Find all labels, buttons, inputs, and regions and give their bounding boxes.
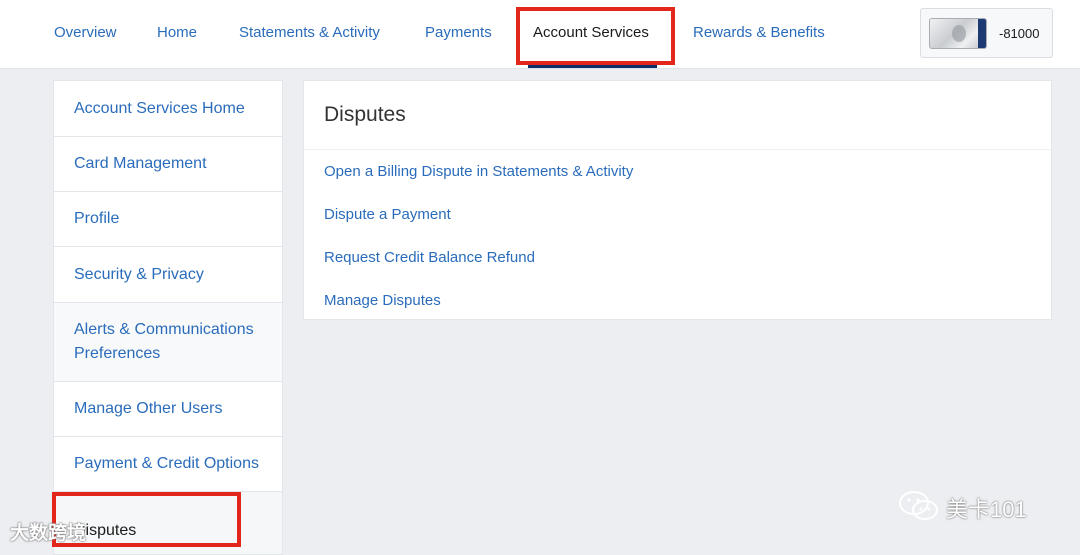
sidebar-item-label: Security & Privacy [74, 265, 204, 283]
sidebar-item-label: Account Services Home [74, 99, 245, 117]
wechat-icon [899, 491, 938, 520]
tab-highlight-box [516, 7, 675, 65]
sidebar-item-label: Manage Other Users [74, 400, 223, 417]
sidebar-item-account-services-home[interactable]: Account Services Home [54, 81, 282, 137]
tab-statements-activity[interactable]: Statements & Activity [239, 24, 380, 41]
sidebar-item-label: Payment & Credit Options [74, 455, 259, 472]
open-billing-dispute-link[interactable]: Open a Billing Dispute in Statements & A… [324, 163, 633, 180]
sidebar-item-label: Card Management [74, 155, 207, 172]
sidebar-item-profile[interactable]: Profile [54, 192, 282, 247]
amex-platinum-card-icon [929, 18, 987, 49]
request-credit-balance-refund-link[interactable]: Request Credit Balance Refund [324, 249, 535, 266]
sidebar-item-manage-other-users[interactable]: Manage Other Users [54, 382, 282, 437]
tab-rewards-benefits[interactable]: Rewards & Benefits [693, 24, 825, 41]
divider [304, 149, 1051, 150]
page-title: Disputes [324, 103, 406, 126]
sidebar-item-label: Alerts & Communications Preferences [74, 321, 254, 362]
card-selector[interactable]: -81000 [920, 8, 1053, 58]
sidebar-item-security-privacy[interactable]: Security & Privacy [54, 247, 282, 303]
watermark-right: 美卡101 [946, 497, 1027, 522]
dispute-payment-link[interactable]: Dispute a Payment [324, 206, 451, 223]
watermark-left: 大数跨境 [10, 523, 87, 544]
sidebar-item-payment-credit-options[interactable]: Payment & Credit Options [54, 437, 282, 492]
disputes-panel: Disputes Open a Billing Dispute in State… [303, 80, 1052, 320]
tab-overview[interactable]: Overview [54, 24, 117, 41]
sidebar-item-alerts-communications[interactable]: Alerts & Communications Preferences [54, 303, 282, 382]
sidebar: Account Services Home Card Management Pr… [53, 80, 283, 555]
tab-home[interactable]: Home [157, 24, 197, 41]
sidebar-item-label: Profile [74, 210, 120, 227]
card-number-suffix: -81000 [999, 26, 1040, 41]
tab-payments[interactable]: Payments [425, 24, 492, 41]
sidebar-item-card-management[interactable]: Card Management [54, 137, 282, 192]
manage-disputes-link[interactable]: Manage Disputes [324, 292, 441, 309]
